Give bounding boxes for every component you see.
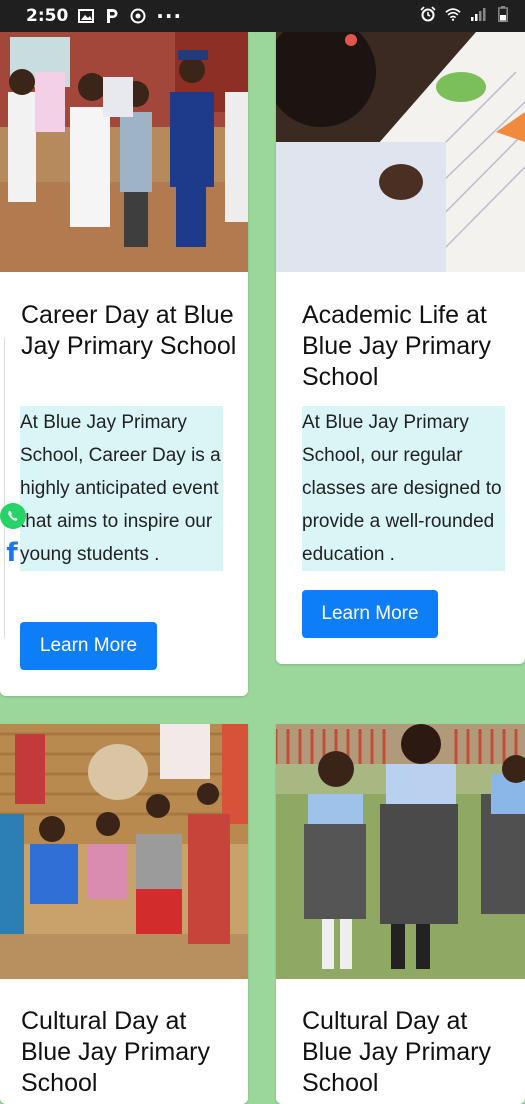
card-title: Career Day at Blue Jay Primary School	[21, 301, 237, 360]
card-career-day: Career Day at Blue Jay Primary School At…	[0, 32, 248, 696]
card-academic-life: Academic Life at Blue Jay Primary School…	[276, 32, 525, 664]
gallery-icon	[78, 9, 95, 23]
learn-more-button[interactable]: Learn More	[20, 622, 157, 670]
card-cultural-day: Cultural Day at Blue Jay Primary School	[0, 724, 248, 1104]
facebook-icon: f	[6, 538, 18, 568]
status-time: 2:50	[26, 6, 69, 26]
learn-more-button[interactable]: Learn More	[302, 590, 438, 638]
card-title: Cultural Day at Blue Jay Primary School	[302, 1007, 491, 1097]
parking-p-icon	[107, 9, 118, 23]
card-title: Cultural Day at Blue Jay Primary School	[21, 1007, 210, 1097]
career-day-photo	[0, 32, 248, 272]
left-edge-panel	[0, 338, 5, 638]
alarm-icon	[420, 6, 436, 22]
card-title: Academic Life at Blue Jay Primary School	[302, 301, 491, 391]
wifi-icon	[445, 8, 461, 21]
whatsapp-icon	[8, 511, 18, 521]
circle-app-icon	[130, 8, 146, 24]
more-dots-icon: ···	[156, 4, 183, 28]
card-cultural-day-2: Cultural Day at Blue Jay Primary School	[276, 724, 525, 1104]
academic-life-photo	[276, 32, 525, 272]
cultural-day-photo	[0, 724, 248, 979]
whatsapp-button[interactable]	[0, 503, 26, 529]
card-description: At Blue Jay Primary School, our regular …	[302, 406, 505, 571]
facebook-button[interactable]: f	[2, 538, 22, 568]
signal-icon	[471, 8, 486, 21]
status-bar: 2:50 ···	[0, 0, 525, 32]
battery-icon	[498, 6, 508, 22]
card-description: At Blue Jay Primary School, Career Day i…	[20, 406, 223, 571]
school-uniform-photo	[276, 724, 525, 979]
